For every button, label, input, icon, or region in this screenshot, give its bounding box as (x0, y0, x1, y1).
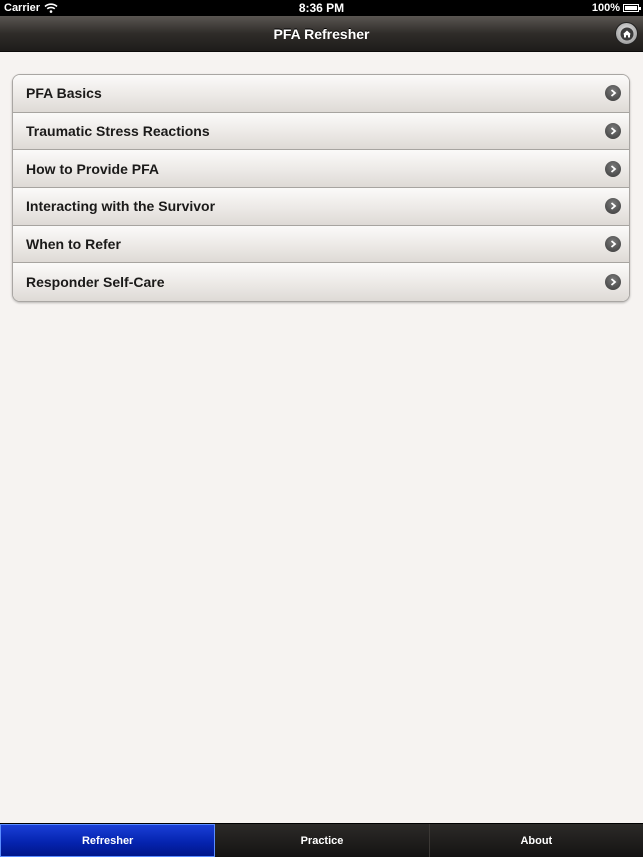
menu-item-interacting-with-the-survivor[interactable]: Interacting with the Survivor (13, 188, 629, 226)
chevron-right-icon (605, 274, 621, 291)
tab-bar: Refresher Practice About (0, 823, 643, 857)
menu-item-label: Interacting with the Survivor (26, 198, 216, 215)
page-title: PFA Refresher (273, 26, 370, 42)
menu-list: PFA Basics Traumatic Stress Reactions Ho… (12, 74, 630, 303)
chevron-right-icon (605, 160, 621, 177)
menu-item-traumatic-stress-reactions[interactable]: Traumatic Stress Reactions (13, 112, 629, 151)
menu-item-label: When to Refer (26, 236, 121, 253)
chevron-right-icon (605, 85, 621, 102)
menu-item-responder-self-care[interactable]: Responder Self-Care (13, 263, 629, 302)
menu-item-label: Responder Self-Care (26, 274, 165, 291)
tab-practice[interactable]: Practice (215, 824, 430, 857)
menu-item-when-to-refer[interactable]: When to Refer (13, 225, 629, 264)
chevron-right-icon (605, 198, 621, 215)
tab-refresher[interactable]: Refresher (0, 824, 216, 857)
menu-item-label: PFA Basics (26, 85, 102, 102)
menu-item-how-to-provide-pfa[interactable]: How to Provide PFA (13, 150, 629, 189)
menu-item-label: How to Provide PFA (26, 160, 160, 177)
status-bar: Carrier 8:36 PM 100% (0, 0, 643, 16)
menu-item-pfa-basics[interactable]: PFA Basics (13, 75, 629, 113)
chevron-right-icon (605, 236, 621, 253)
menu-item-label: Traumatic Stress Reactions (26, 123, 210, 140)
battery-group: 100% (591, 2, 641, 14)
home-button[interactable] (615, 22, 638, 45)
battery-percent: 100% (591, 2, 620, 14)
battery-icon (623, 4, 641, 12)
chevron-right-icon (605, 123, 621, 140)
clock: 8:36 PM (298, 1, 345, 15)
home-icon (620, 27, 633, 40)
tab-about[interactable]: About (430, 824, 643, 857)
nav-bar: PFA Refresher (0, 16, 643, 52)
